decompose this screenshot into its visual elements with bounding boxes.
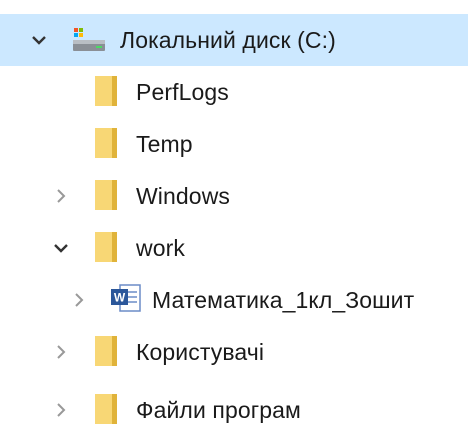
tree-item-users[interactable]: Користувачі <box>0 326 468 378</box>
chevron-right-icon[interactable] <box>50 185 72 207</box>
tree-item-label: work <box>136 235 185 261</box>
tree-item-temp[interactable]: Temp <box>0 118 468 170</box>
tree-item-label: Математика_1кл_Зошит <box>152 287 415 313</box>
drive-icon <box>72 26 106 59</box>
folder-icon <box>94 335 120 372</box>
tree-item-word-document[interactable]: W Математика_1кл_Зошит <box>0 274 468 326</box>
word-document-icon: W <box>110 283 144 320</box>
navigation-tree: Локальний диск (C:) PerfLogs Temp Window… <box>0 0 468 434</box>
chevron-down-icon[interactable] <box>50 237 72 259</box>
tree-item-label: Локальний диск (C:) <box>120 27 336 53</box>
svg-text:W: W <box>114 291 126 305</box>
tree-item-label: Користувачі <box>136 339 265 365</box>
folder-icon <box>94 231 120 268</box>
tree-item-label: Файли програм <box>136 397 301 423</box>
folder-icon <box>94 179 120 216</box>
chevron-right-icon[interactable] <box>68 289 90 311</box>
tree-item-label: Windows <box>136 183 231 209</box>
tree-item-work[interactable]: work <box>0 222 468 274</box>
chevron-right-icon[interactable] <box>50 341 72 363</box>
folder-icon <box>94 127 120 164</box>
chevron-down-icon[interactable] <box>28 29 50 51</box>
tree-item-program-files[interactable]: Файли програм <box>0 384 468 436</box>
folder-icon <box>94 393 120 430</box>
tree-item-perflogs[interactable]: PerfLogs <box>0 66 468 118</box>
tree-item-local-disk[interactable]: Локальний диск (C:) <box>0 14 468 66</box>
chevron-right-icon[interactable] <box>50 399 72 421</box>
folder-icon <box>94 75 120 112</box>
tree-item-windows[interactable]: Windows <box>0 170 468 222</box>
tree-item-label: PerfLogs <box>136 79 229 105</box>
tree-item-label: Temp <box>136 131 193 157</box>
